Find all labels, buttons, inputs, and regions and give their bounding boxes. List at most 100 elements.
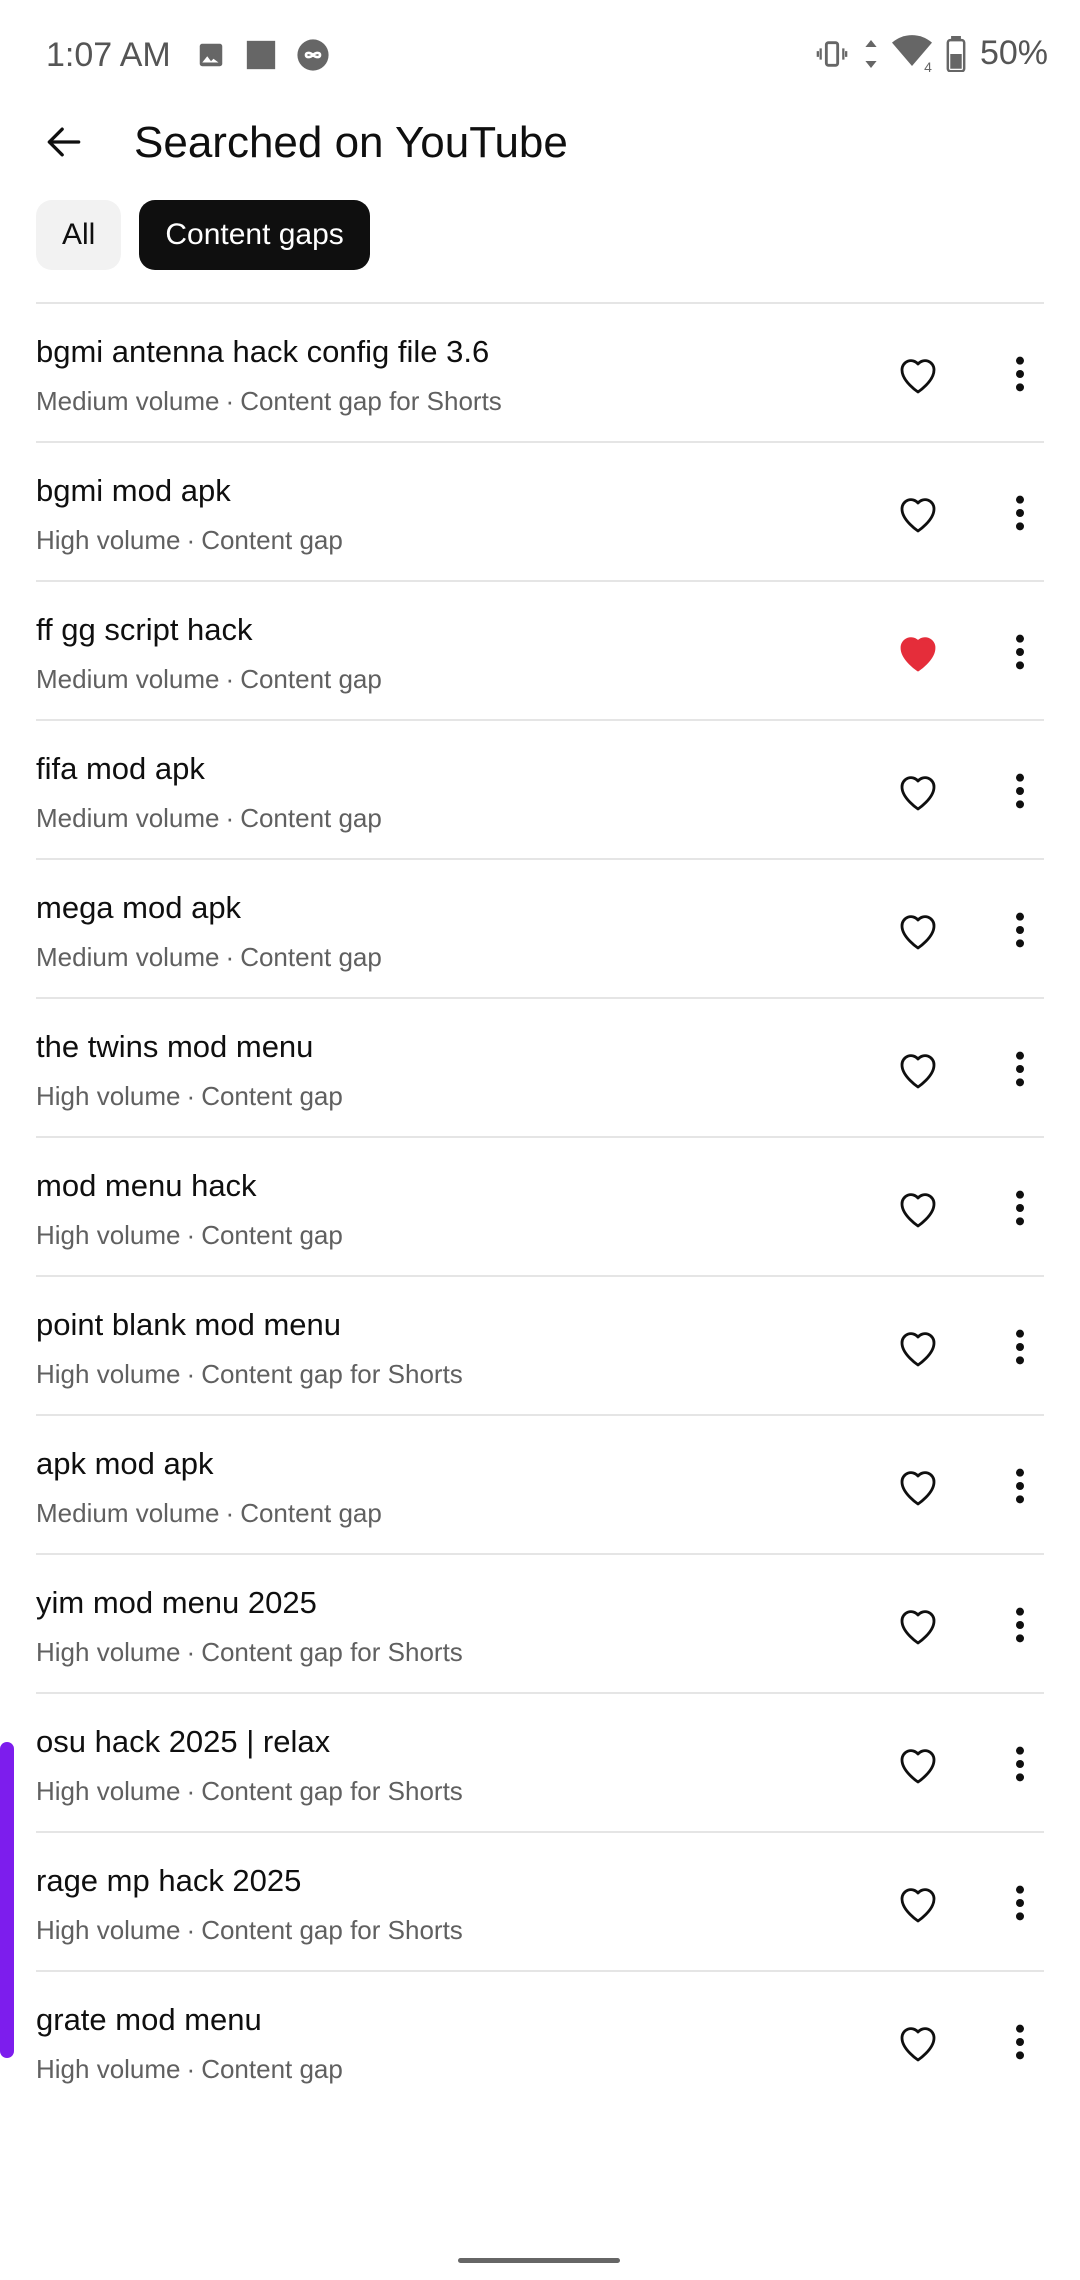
like-button[interactable]	[890, 1597, 946, 1653]
image-notification-icon	[199, 43, 223, 67]
volume-label: High volume	[36, 1637, 181, 1667]
list-item[interactable]: grate mod menu High volume · Content gap	[36, 1972, 1044, 2111]
data-arrows-icon	[865, 39, 877, 68]
list-item[interactable]: ff gg script hack Medium volume · Content …	[36, 582, 1044, 721]
like-button[interactable]	[890, 1319, 946, 1375]
gap-label: Content gap	[240, 803, 382, 833]
more-vert-icon	[1016, 912, 1024, 948]
like-button[interactable]	[890, 346, 946, 402]
search-term-title: rage mp hack 2025	[36, 1863, 302, 1898]
like-button[interactable]	[890, 1736, 946, 1792]
more-options-button[interactable]	[1000, 1597, 1040, 1653]
gap-label: Content gap for Shorts	[201, 1637, 463, 1667]
search-term-title: grate mod menu	[36, 2002, 262, 2037]
more-options-button[interactable]	[1000, 485, 1040, 541]
like-button[interactable]	[890, 1458, 946, 1514]
heart-outline-icon	[900, 498, 936, 533]
scroll-indicator[interactable]	[0, 1742, 14, 2058]
search-term-meta: High volume · Content gap	[36, 1220, 343, 1250]
gap-label: Content gap for Shorts	[201, 1915, 463, 1945]
search-term-title: osu hack 2025 | relax	[36, 1724, 331, 1759]
heart-outline-icon	[900, 1471, 936, 1506]
list-item[interactable]: yim mod menu 2025 High volume · Content ga…	[36, 1555, 1044, 1694]
infinity-notification-icon	[297, 39, 329, 71]
back-button[interactable]	[36, 114, 92, 170]
square-notification-icon	[246, 40, 276, 70]
volume-label: Medium volume	[36, 1498, 220, 1528]
volume-label: Medium volume	[36, 664, 220, 694]
more-options-button[interactable]	[1000, 1319, 1040, 1375]
list-item[interactable]: apk mod apk Medium volume · Content gap	[36, 1416, 1044, 1555]
more-options-button[interactable]	[1000, 1736, 1040, 1792]
volume-label: High volume	[36, 1081, 181, 1111]
volume-label: Medium volume	[36, 386, 220, 416]
search-term-meta: Medium volume · Content gap	[36, 942, 382, 972]
status-bar: 1:07 AM 4 50%	[0, 0, 1080, 110]
like-button[interactable]	[890, 763, 946, 819]
like-button[interactable]	[890, 902, 946, 958]
search-term-meta: High volume · Content gap	[36, 2054, 343, 2084]
list-item[interactable]: mod menu hack High volume · Content gap	[36, 1138, 1044, 1277]
home-indicator[interactable]	[458, 2258, 620, 2263]
list-item[interactable]: osu hack 2025 | relax High volume · Conten…	[36, 1694, 1044, 1833]
search-term-title: yim mod menu 2025	[36, 1585, 317, 1620]
wifi-signal: 4	[891, 34, 932, 75]
status-time: 1:07 AM	[46, 36, 171, 74]
chip-all[interactable]: All	[36, 200, 122, 270]
list-item[interactable]: mega mod apk Medium volume · Content gap	[36, 860, 1044, 999]
status-right: 4 50%	[814, 34, 1048, 75]
search-term-meta: Medium volume · Content gap	[36, 664, 382, 694]
search-term-meta: Medium volume · Content gap	[36, 1498, 382, 1528]
like-button[interactable]	[890, 624, 946, 680]
list-item[interactable]: rage mp hack 2025 High volume · Content ga…	[36, 1833, 1044, 1972]
more-options-button[interactable]	[1000, 624, 1040, 680]
more-options-button[interactable]	[1000, 1458, 1040, 1514]
chip-content-gaps[interactable]: Content gaps	[139, 200, 370, 270]
search-term-title: bgmi antenna hack config file 3.6	[36, 334, 490, 369]
search-term-meta: High volume · Content gap for Shorts	[36, 1359, 463, 1389]
volume-label: High volume	[36, 1220, 181, 1250]
more-options-button[interactable]	[1000, 1180, 1040, 1236]
like-button[interactable]	[890, 1180, 946, 1236]
heart-outline-icon	[900, 1888, 936, 1923]
network-badge: 4	[924, 59, 932, 75]
heart-outline-icon	[900, 359, 936, 394]
like-button[interactable]	[890, 2014, 946, 2070]
more-options-button[interactable]	[1000, 2014, 1040, 2070]
volume-label: High volume	[36, 1776, 181, 1806]
gap-label: Content gap	[201, 1081, 343, 1111]
heart-outline-icon	[900, 1332, 936, 1367]
search-term-title: mod menu hack	[36, 1168, 257, 1203]
more-options-button[interactable]	[1000, 763, 1040, 819]
list-item[interactable]: bgmi antenna hack config file 3.6 Medium…	[36, 304, 1044, 443]
heart-outline-icon	[900, 776, 936, 811]
search-term-title: ff gg script hack	[36, 612, 253, 647]
like-button[interactable]	[890, 485, 946, 541]
list-item[interactable]: point blank mod menu High volume · Content…	[36, 1277, 1044, 1416]
page-title: Searched on YouTube	[134, 118, 568, 167]
battery-icon	[946, 35, 966, 72]
more-options-button[interactable]	[1000, 1041, 1040, 1097]
search-term-title: bgmi mod apk	[36, 473, 231, 508]
more-vert-icon	[1016, 1607, 1024, 1643]
like-button[interactable]	[890, 1875, 946, 1931]
volume-label: Medium volume	[36, 803, 220, 833]
like-button[interactable]	[890, 1041, 946, 1097]
notification-icons	[196, 38, 330, 72]
more-options-button[interactable]	[1000, 346, 1040, 402]
more-options-button[interactable]	[1000, 902, 1040, 958]
more-vert-icon	[1016, 356, 1024, 392]
battery-percent: 50%	[979, 34, 1048, 72]
list-item[interactable]: fifa mod apk Medium volume · Content gap	[36, 721, 1044, 860]
gap-label: Content gap	[201, 1220, 343, 1250]
more-options-button[interactable]	[1000, 1875, 1040, 1931]
more-vert-icon	[1016, 1746, 1024, 1782]
search-term-meta: Medium volume · Content gap	[36, 803, 382, 833]
search-term-meta: High volume · Content gap	[36, 1081, 343, 1111]
gap-label: Content gap for Shorts	[240, 386, 502, 416]
search-term-meta: High volume · Content gap for Shorts	[36, 1776, 463, 1806]
list-item[interactable]: bgmi mod apk High volume · Content gap	[36, 443, 1044, 582]
volume-label: High volume	[36, 1359, 181, 1389]
more-vert-icon	[1016, 1885, 1024, 1921]
list-item[interactable]: the twins mod menu High volume · Content g…	[36, 999, 1044, 1138]
